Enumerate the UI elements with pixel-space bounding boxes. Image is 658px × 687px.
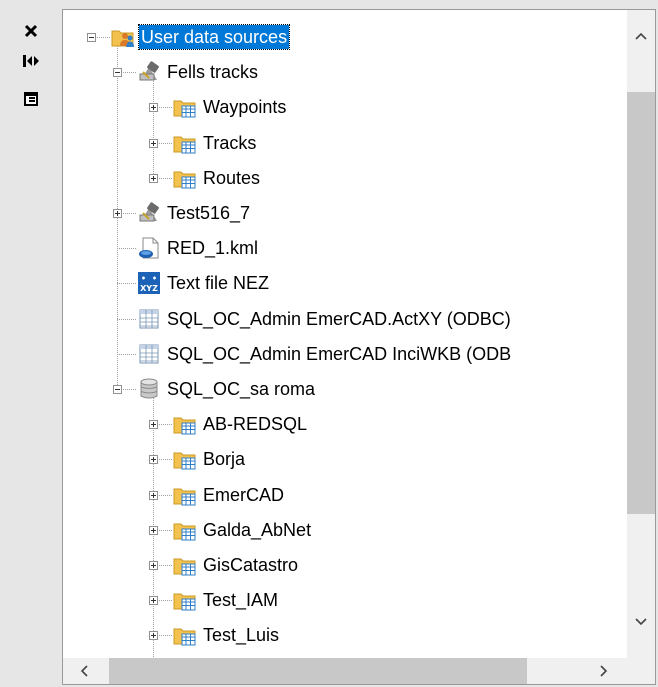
xyz-text-file-icon: XYZ: [137, 271, 161, 295]
autohide-icon: [23, 55, 39, 67]
tree-node-label[interactable]: SQL_OC_Admin EmerCAD InciWKB (ODB: [165, 342, 513, 366]
vertical-scroll-thumb[interactable]: [627, 92, 655, 514]
expand-toggle[interactable]: [149, 596, 158, 606]
tree-connector-line: [117, 248, 136, 250]
tree-connector-line: [117, 318, 136, 320]
expand-toggle[interactable]: [149, 103, 158, 113]
expand-toggle[interactable]: [113, 209, 122, 218]
side-toolbar: [0, 0, 62, 687]
data-sources-panel: User data sources Fells tracks Waypoints Tr…: [62, 9, 656, 685]
tree-node-label[interactable]: GisCatastro: [201, 553, 300, 577]
folder-table-icon: [173, 588, 197, 612]
expand-toggle[interactable]: [149, 631, 158, 641]
expand-toggle[interactable]: [149, 490, 158, 500]
autohide-button[interactable]: [20, 50, 42, 72]
folder-table-icon: [173, 131, 197, 155]
folder-table-icon: [173, 95, 197, 119]
tree-node-label[interactable]: Tracks: [201, 131, 258, 155]
close-icon: [24, 24, 38, 38]
vertical-scrollbar[interactable]: [627, 10, 655, 658]
folder-table-icon: [173, 623, 197, 647]
tree-node-label[interactable]: EmerCAD: [201, 483, 286, 507]
tree-node-label[interactable]: Waypoints: [201, 95, 288, 119]
tree-node-label[interactable]: Test_IAM: [201, 588, 280, 612]
table-icon: [137, 342, 161, 366]
tree-node-label[interactable]: Routes: [201, 166, 262, 190]
folder-table-icon: [173, 553, 197, 577]
expand-toggle[interactable]: [149, 525, 158, 535]
folder-table-icon: [173, 412, 197, 436]
tree-node-label[interactable]: Borja: [201, 447, 247, 471]
database-icon: [137, 377, 161, 401]
tree-connector-line: [117, 353, 136, 355]
folder-table-icon: [173, 518, 197, 542]
expand-toggle[interactable]: [149, 420, 158, 430]
horizontal-scrollbar[interactable]: [63, 658, 627, 684]
scroll-right-button[interactable]: [591, 658, 617, 684]
kml-file-icon: [137, 236, 161, 260]
collapse-toggle[interactable]: [113, 385, 122, 394]
scroll-up-button[interactable]: [627, 24, 655, 48]
collapse-toggle[interactable]: [113, 68, 122, 78]
tree-node-label[interactable]: RED_1.kml: [165, 236, 260, 260]
tree-node-label[interactable]: Galda_AbNet: [201, 518, 313, 542]
folder-users-icon: [111, 25, 135, 49]
gps-device-icon: [137, 201, 161, 225]
chevron-left-icon: [80, 665, 88, 677]
folder-table-icon: [173, 166, 197, 190]
properties-icon: [24, 92, 38, 106]
table-icon: [137, 307, 161, 331]
scrollbar-corner: [627, 658, 655, 684]
svg-text:XYZ: XYZ: [140, 284, 158, 293]
horizontal-scroll-thumb[interactable]: [109, 658, 527, 684]
properties-button[interactable]: [20, 88, 42, 110]
tree-connector-line: [153, 78, 154, 178]
tree-node-label[interactable]: SQL_OC_sa roma: [165, 377, 317, 401]
tree-node-label[interactable]: Text file NEZ: [165, 271, 271, 295]
tree-node-label[interactable]: AB-REDSQL: [201, 412, 309, 436]
collapse-toggle[interactable]: [87, 33, 96, 42]
folder-table-icon: [173, 447, 197, 471]
chevron-down-icon: [635, 618, 647, 626]
gps-device-icon: [137, 60, 161, 84]
expand-toggle[interactable]: [149, 455, 158, 465]
tree-node-label[interactable]: Test516_7: [165, 201, 252, 225]
chevron-up-icon: [635, 32, 647, 40]
folder-table-icon: [173, 483, 197, 507]
expand-toggle[interactable]: [149, 138, 158, 148]
chevron-right-icon: [600, 665, 608, 677]
scroll-left-button[interactable]: [71, 658, 97, 684]
tree-root-label[interactable]: User data sources: [137, 24, 291, 50]
tree-node-label[interactable]: SQL_OC_Admin EmerCAD.ActXY (ODBC): [165, 307, 513, 331]
tree-node-label[interactable]: Fells tracks: [165, 60, 260, 84]
expand-toggle[interactable]: [149, 173, 158, 183]
tree-connector-line: [117, 283, 136, 285]
scroll-down-button[interactable]: [627, 610, 655, 634]
tree-node-label[interactable]: Test_Luis: [201, 623, 281, 647]
expand-toggle[interactable]: [149, 561, 158, 570]
data-sources-tree[interactable]: User data sources Fells tracks Waypoints Tr…: [63, 10, 627, 658]
close-button[interactable]: [20, 20, 42, 42]
